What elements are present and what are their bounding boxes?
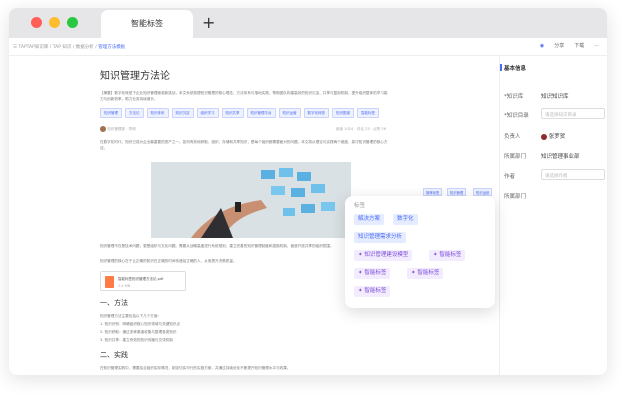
popup-title: 标签 <box>354 203 366 209</box>
doc-line: 知识管理方法主要包括以下几个方面： <box>100 314 162 318</box>
doc-tag[interactable]: 知识管理 <box>100 108 122 118</box>
doc-tag[interactable]: 知识图谱 <box>332 108 354 118</box>
tag-chip-label: 智能标签 <box>417 270 440 276</box>
minimize-window-button[interactable] <box>49 17 60 28</box>
tag-chip[interactable]: 知识管理需求分析 <box>354 232 407 243</box>
mini-tag[interactable]: 知识运营 <box>473 188 493 196</box>
doc-line: 2. 知识获取：通过多种渠道收集与整理各类知识 <box>100 330 177 334</box>
section-heading: 二、实践 <box>100 351 128 359</box>
field-value[interactable]: 知识知识库 <box>541 92 569 100</box>
directory-select[interactable]: 请选择知识目录 <box>541 108 605 119</box>
doc-paragraph: 在知识管理实践中，需要结合组织实际情况，制定切实可行的实施方案，并通过持续优化不… <box>100 366 291 370</box>
browser-titlebar: 智能标签 + <box>9 8 607 38</box>
breadcrumb-separator: / <box>95 45 97 50</box>
file-name: 智能标签知识管理方法论.pdf <box>118 277 164 281</box>
comment-count[interactable]: 评论 23 <box>357 127 370 131</box>
doc-tag[interactable]: 方法论 <box>125 108 144 118</box>
toolbar-actions: ◉ 分享 下载 ··· <box>540 42 599 50</box>
mini-tag[interactable]: 推荐标签 <box>423 188 443 196</box>
tag-chip[interactable]: ✦ 智能标签 <box>354 268 391 279</box>
page-title: 知识管理方法论 <box>100 71 170 82</box>
file-attachment[interactable]: 智能标签知识管理方法论.pdf 2.4 MB <box>100 271 186 291</box>
like-count[interactable]: 点赞 56 <box>373 127 386 131</box>
maximize-window-button[interactable] <box>67 17 78 28</box>
download-button[interactable]: 下载 <box>574 42 584 49</box>
doc-tags: 知识管理 方法论 知识体系 知识沉淀 组织学习 知识共享 知识管理平台 知识运营… <box>100 108 400 118</box>
avatar <box>541 133 547 140</box>
tag-chip-label: 知识管理建设模型 <box>364 252 409 258</box>
tag-chip-label: 智能标签 <box>364 270 387 276</box>
doc-line: 3. 知识共享：建立有效的知识传播与交流机制 <box>100 338 173 342</box>
field-value[interactable]: 知识管理事业部 <box>541 152 580 160</box>
doc-tag[interactable]: 知识运营 <box>278 108 301 118</box>
breadcrumb: ☰ TAPTAP知识库 / TAP 知识 / 数据分析 / 管理方法模板 <box>13 44 125 50</box>
browser-window: 智能标签 + ☰ TAPTAP知识库 / TAP 知识 / 数据分析 / 管理方… <box>9 8 607 375</box>
field-label: 所属部门 <box>504 194 527 200</box>
owner-name[interactable]: 张罗贺 <box>549 134 566 140</box>
breadcrumb-separator: / <box>72 45 75 50</box>
doc-intro: 【摘要】数字化转型下企业知识管理面临新挑战，本文系统梳理知识管理的核心理念、方法… <box>100 91 388 101</box>
avatar <box>100 126 106 132</box>
article-image <box>151 162 351 238</box>
more-button[interactable]: ··· <box>594 43 599 49</box>
tag-chip[interactable]: ✦ 知识管理建设模型 <box>354 250 413 261</box>
breadcrumb-item[interactable]: TAPTAP知识库 <box>18 45 48 50</box>
owner-value: 张罗贺 <box>541 132 565 140</box>
view-count: 阅读 1024 <box>335 127 354 131</box>
doc-tag[interactable]: 数字化转型 <box>303 108 329 118</box>
doc-tag[interactable]: 智能标签 <box>357 108 379 118</box>
tag-chip[interactable]: ✦ 智能标签 <box>354 286 391 297</box>
tag-popup: 标签 解决方案 数字化 知识管理需求分析 ✦ 知识管理建设模型 ✦ 智能标签 ✦… <box>345 196 495 308</box>
field-label: 负责人 <box>504 134 521 140</box>
tag-chip-label: 智能标签 <box>439 252 462 258</box>
doc-paragraph: 在数字化时代，知识已成为企业最重要的资产之一。如何有效地获取、组织、存储和共享知… <box>100 140 388 150</box>
file-size: 2.4 MB <box>118 284 131 288</box>
tag-chip[interactable]: ✦ 智能标签 <box>407 268 444 279</box>
field-label: *知识目录 <box>504 113 529 119</box>
tag-chip[interactable]: 数字化 <box>393 214 418 225</box>
tag-chip[interactable]: 解决方案 <box>354 214 385 225</box>
new-tab-button[interactable]: + <box>202 13 215 32</box>
toolbar: ☰ TAPTAP知识库 / TAP 知识 / 数据分析 / 管理方法模板 ◉ 分… <box>9 38 607 56</box>
sidebar-title: 基本信息 <box>499 64 527 72</box>
author-row: 知识管理部 · 李明 阅读 1024 · 评论 23 · 点赞 56 <box>100 126 400 132</box>
share-button[interactable]: 分享 <box>554 42 564 49</box>
info-sidebar: 基本信息 *知识库 知识知识库 *知识目录 请选择知识目录 负责人 张罗贺 所属… <box>499 56 607 375</box>
breadcrumb-item[interactable]: 数据分析 <box>76 45 94 50</box>
doc-line: 1. 知识识别：明确组织核心知识领域与关键知识点 <box>100 322 181 326</box>
field-label: 作者 <box>504 174 516 180</box>
robot-icon[interactable]: ◉ <box>540 43 544 49</box>
mini-tag[interactable]: 知识管理 <box>447 188 467 196</box>
tag-chip-label: 智能标签 <box>364 288 387 294</box>
doc-tag[interactable]: 知识体系 <box>146 108 169 118</box>
field-label: *知识库 <box>504 94 524 100</box>
author-name: 知识管理部 · 李明 <box>107 127 136 131</box>
pdf-file-icon <box>105 276 114 288</box>
field-label: 所属部门 <box>504 154 527 160</box>
section-heading: 一、方法 <box>100 299 128 307</box>
breadcrumb-item[interactable]: TAP 知识 <box>53 45 72 50</box>
tag-chip[interactable]: ✦ 智能标签 <box>429 250 466 261</box>
close-window-button[interactable] <box>31 17 42 28</box>
breadcrumb-separator: / <box>49 45 52 50</box>
breadcrumb-current: 管理方法模板 <box>98 45 126 50</box>
doc-tag[interactable]: 知识管理平台 <box>246 108 276 118</box>
doc-tag[interactable]: 知识共享 <box>221 108 244 118</box>
doc-tag[interactable]: 组织学习 <box>196 108 219 118</box>
browser-tab[interactable]: 智能标签 <box>101 10 193 38</box>
author-select[interactable]: 请选择作者 <box>541 169 605 180</box>
doc-tag[interactable]: 知识沉淀 <box>171 108 194 118</box>
